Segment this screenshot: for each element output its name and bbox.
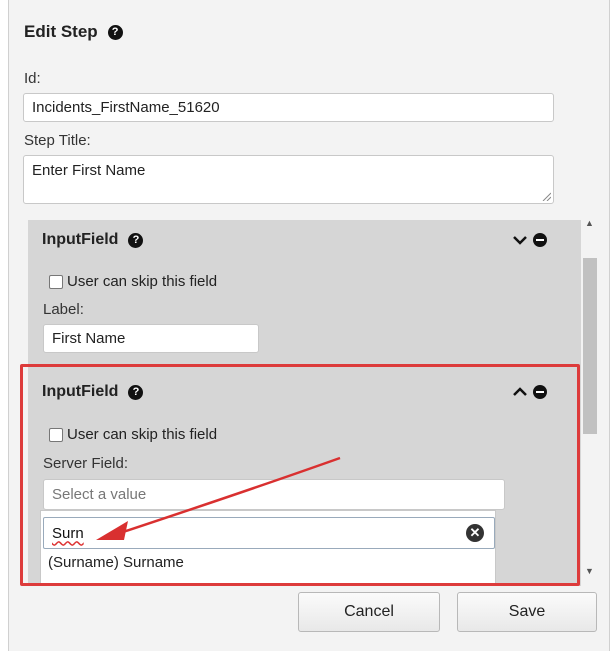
save-button[interactable]: Save	[457, 592, 597, 632]
highlight-box	[20, 364, 580, 586]
remove-icon[interactable]	[533, 233, 547, 247]
field-1-header: InputField ?	[42, 231, 144, 249]
field-1-skip-label: User can skip this field	[67, 273, 218, 290]
scroll-up-icon[interactable]: ▲	[585, 218, 594, 228]
scroll-down-icon[interactable]: ▼	[585, 566, 594, 576]
cancel-button[interactable]: Cancel	[298, 592, 440, 632]
field-1-skip-checkbox[interactable]: User can skip this field	[49, 273, 217, 290]
field-1-label-input[interactable]: First Name	[43, 324, 259, 353]
id-label: Id:	[24, 70, 41, 87]
edit-step-header: Edit Step ?	[24, 22, 123, 42]
field-1-label-value: First Name	[52, 330, 126, 347]
field-1-type: InputField	[42, 231, 119, 248]
scrollbar-thumb[interactable]	[583, 258, 597, 434]
page-title: Edit Step	[24, 22, 98, 41]
step-title-field[interactable]: Enter First Name	[23, 155, 554, 204]
id-field[interactable]: Incidents_FirstName_51620	[23, 93, 554, 122]
help-icon[interactable]: ?	[128, 232, 144, 248]
field-1-controls	[513, 233, 547, 247]
resize-handle-icon[interactable]	[541, 191, 551, 201]
id-value: Incidents_FirstName_51620	[32, 99, 220, 116]
field-1-label-label: Label:	[43, 301, 84, 318]
step-title-label: Step Title:	[24, 132, 91, 149]
chevron-down-icon[interactable]	[513, 235, 527, 245]
help-icon[interactable]: ?	[107, 24, 123, 40]
checkbox[interactable]	[49, 274, 63, 289]
step-title-value: Enter First Name	[32, 162, 146, 179]
